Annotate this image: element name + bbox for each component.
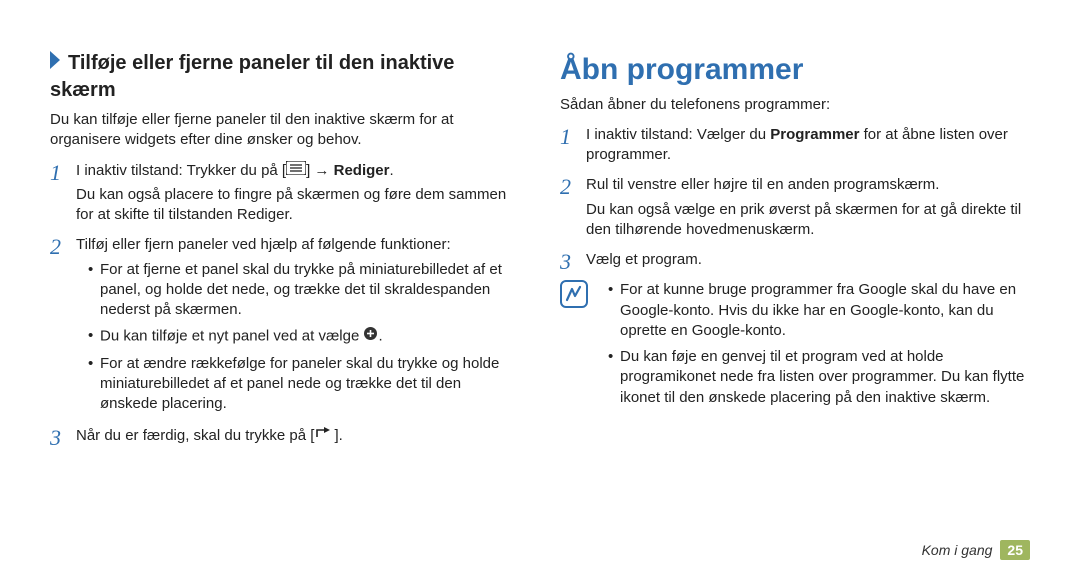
note-icon [560,280,588,414]
back-arrow-icon [314,426,334,446]
step-number: 1 [50,161,76,230]
footer-page-number: 25 [1000,540,1030,560]
step-number: 2 [50,235,76,420]
list-item: For at fjerne et panel skal du trykke på… [88,260,520,321]
plus-circle-icon [363,326,378,347]
page-footer: Kom i gang 25 [0,540,1080,574]
step-body: I inaktiv tilstand: Vælger du Programmer… [586,125,1030,170]
list-item: For at kunne bruge programmer fra Google… [608,280,1030,341]
text: ] → [306,162,334,179]
text: I inaktiv tilstand: Vælger du [586,126,770,143]
step1-line2: Du kan også placere to fingre på skærmen… [76,185,520,226]
right-step-2: 2 Rul til venstre eller højre til en and… [560,175,1030,244]
text: Når du er færdig, skal du trykke på [ [76,427,314,444]
step2-bullets: For at fjerne et panel skal du trykke på… [76,260,520,415]
step-number: 1 [560,125,586,170]
right-step-1: 1 I inaktiv tilstand: Vælger du Programm… [560,125,1030,170]
chevron-icon [50,50,64,77]
step2-intro: Tilføj eller fjern paneler ved hjælp af … [76,235,520,255]
step-number: 2 [560,175,586,244]
right-intro: Sådan åbner du telefonens programmer: [560,95,1030,115]
left-step-3: 3 Når du er færdig, skal du trykke på []… [50,426,520,450]
step-body: I inaktiv tilstand: Trykker du på [ ] → R… [76,161,520,230]
text: ]. [334,427,342,444]
text: . [378,328,382,345]
left-step-2: 2 Tilføj eller fjern paneler ved hjælp a… [50,235,520,420]
step3-line: Når du er færdig, skal du trykke på []. [76,426,520,446]
left-step-1: 1 I inaktiv tilstand: Trykker du på [ ] →… [50,161,520,230]
page-content: Tilføje eller fjerne paneler til den ina… [0,0,1080,540]
text: Du kan tilføje et nyt panel ved at vælge [100,328,363,345]
step2-line1: Rul til venstre eller højre til en anden… [586,175,1030,195]
text-bold: Rediger [334,162,390,179]
left-heading-text: Tilføje eller fjerne paneler til den ina… [50,52,454,101]
left-heading: Tilføje eller fjerne paneler til den ina… [50,50,520,104]
step1-line1: I inaktiv tilstand: Trykker du på [ ] → R… [76,161,520,181]
step-body: Når du er færdig, skal du trykke på []. [76,426,520,450]
step-number: 3 [50,426,76,450]
text: . [389,162,393,179]
step-body: Rul til venstre eller højre til en anden… [586,175,1030,244]
right-column: Åbn programmer Sådan åbner du telefonens… [560,50,1030,530]
menu-icon [286,161,306,181]
step-body: Tilføj eller fjern paneler ved hjælp af … [76,235,520,420]
step2-line2: Du kan også vælge en prik øverst på skær… [586,200,1030,241]
note-bullets: For at kunne bruge programmer fra Google… [596,280,1030,408]
right-title: Åbn programmer [560,50,1030,91]
note-body: For at kunne bruge programmer fra Google… [596,280,1030,414]
note-block: For at kunne bruge programmer fra Google… [560,280,1030,414]
right-step-3: 3 Vælg et program. [560,250,1030,274]
list-item: Du kan føje en genvej til et program ved… [608,347,1030,408]
left-intro: Du kan tilføje eller fjerne paneler til … [50,110,520,151]
step1-line: I inaktiv tilstand: Vælger du Programmer… [586,125,1030,166]
text: I inaktiv tilstand: Trykker du på [ [76,162,286,179]
step-body: Vælg et program. [586,250,1030,274]
footer-section-label: Kom i gang [922,542,993,558]
step-number: 3 [560,250,586,274]
list-item: For at ændre rækkefølge for paneler skal… [88,354,520,415]
list-item: Du kan tilføje et nyt panel ved at vælge… [88,326,520,347]
step3-line: Vælg et program. [586,250,1030,270]
left-column: Tilføje eller fjerne paneler til den ina… [50,50,520,530]
text-bold: Programmer [770,126,859,143]
